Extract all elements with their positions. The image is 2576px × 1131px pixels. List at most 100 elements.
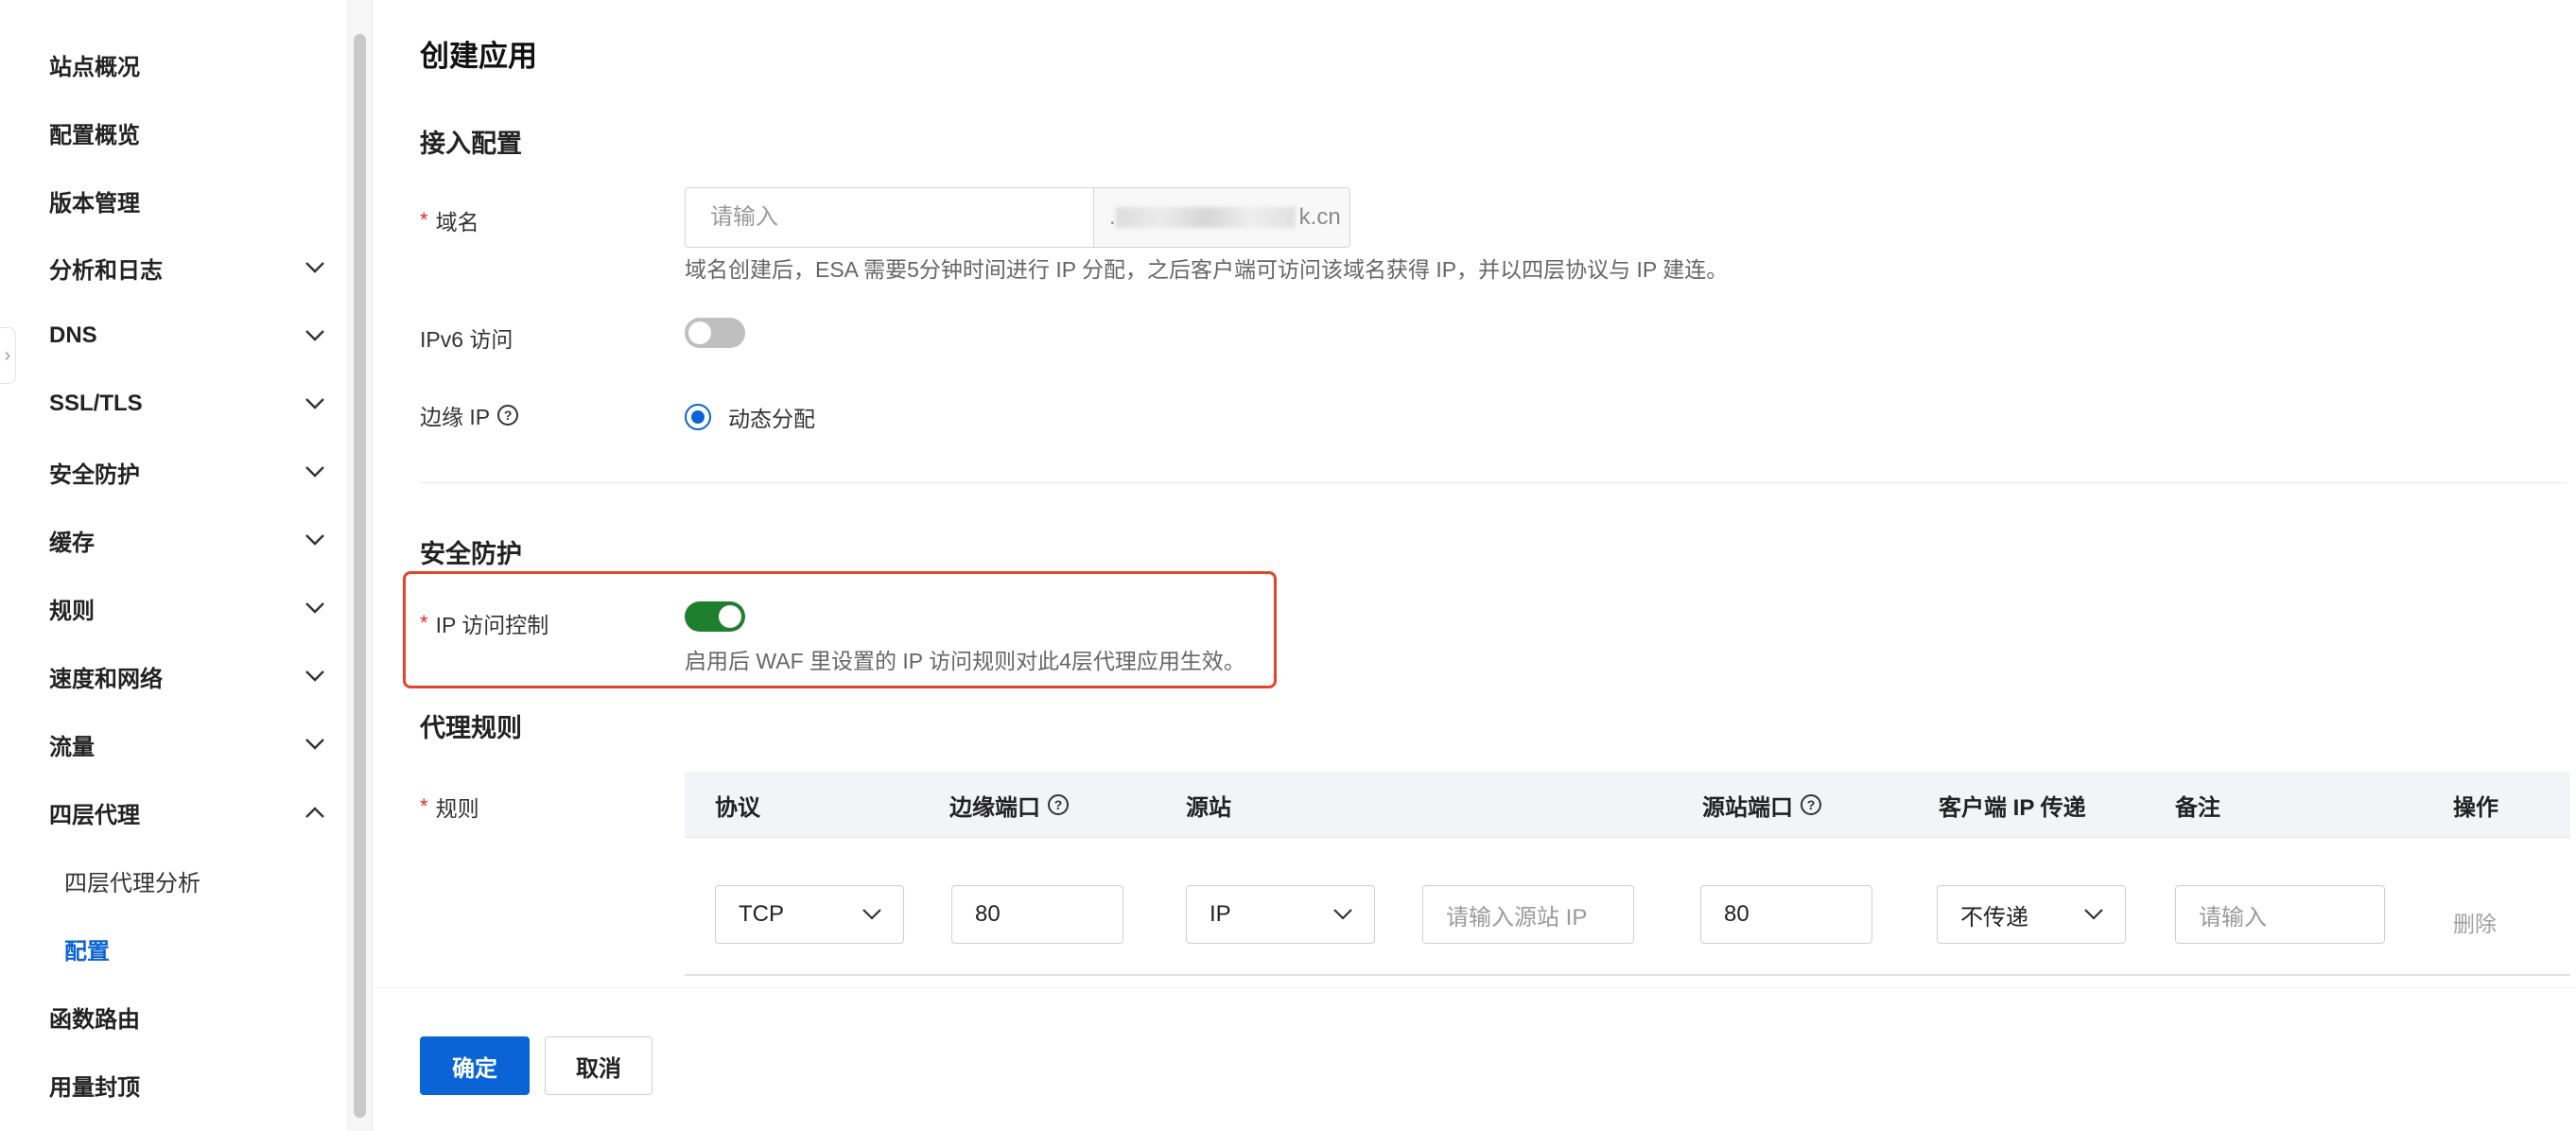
main-content: 创建应用 接入配置 * 域名 .k.cn 域名创建后，ESA 需要5分钟时间进行…	[374, 0, 2576, 1131]
sidebar-item-l4-analytics[interactable]: 四层代理分析	[64, 857, 348, 904]
chevron-up-icon	[303, 800, 327, 825]
footer-divider	[374, 987, 2576, 988]
column-header-remark: 备注	[2175, 794, 2220, 821]
cancel-button[interactable]: 取消	[545, 1036, 653, 1095]
domain-input[interactable]	[685, 187, 1093, 248]
sidebar-item-l4-proxy[interactable]: 四层代理	[49, 789, 333, 836]
ipv6-label-text: IPv6 访问	[420, 327, 513, 352]
ip-access-label-text: IP 访问控制	[435, 613, 549, 637]
column-header-edge-port: 边缘端口 ?	[949, 772, 1069, 838]
delete-row-link[interactable]: 删除	[2453, 906, 2497, 938]
domain-suffix-text: k.cn	[1298, 204, 1341, 230]
sidebar-item-l4-config[interactable]: 配置	[64, 925, 348, 972]
sidebar-item-traffic[interactable]: 流量	[49, 721, 333, 768]
sidebar-item-functions[interactable]: 函数路由	[49, 993, 333, 1040]
toggle-knob	[719, 605, 741, 628]
origin-type-select[interactable]: IP	[1186, 885, 1375, 944]
chevron-down-icon	[303, 392, 327, 416]
sidebar-item-label: 用量封顶	[49, 1074, 140, 1101]
sidebar-collapse-handle[interactable]: ›	[0, 327, 16, 384]
domain-label: * 域名	[420, 204, 479, 236]
edge-ip-label: 边缘 IP ?	[420, 399, 519, 431]
sidebar-item-label: SSL/TLS	[49, 391, 143, 416]
origin-port-input[interactable]: 80	[1700, 885, 1872, 944]
column-header-origin-port: 源站端口 ?	[1702, 772, 1821, 838]
sidebar-item-label: 安全防护	[49, 461, 140, 488]
chevron-down-icon	[303, 664, 327, 688]
proxy-rules-table: 协议 边缘端口 ? 源站 源站端口 ? 客户端 IP 传递 备注 操作 TCP	[685, 772, 2570, 976]
sidebar-item-speed-network[interactable]: 速度和网络	[49, 652, 333, 700]
sidebar-item-cache[interactable]: 缓存	[49, 516, 333, 564]
sidebar-item-label: 四层代理分析	[64, 870, 200, 896]
ip-access-toggle[interactable]	[685, 601, 745, 632]
ipv6-label: IPv6 访问	[420, 322, 513, 354]
section-title-security: 安全防护	[420, 540, 522, 568]
required-mark: *	[420, 208, 428, 232]
sidebar-item-usage-cap[interactable]: 用量封顶	[49, 1061, 333, 1108]
sidebar-item-label: 配置	[64, 938, 110, 965]
chevron-down-icon	[2081, 902, 2106, 927]
sidebar-item-versions[interactable]: 版本管理	[49, 177, 333, 224]
redacted-domain-mask	[1115, 207, 1296, 228]
sidebar-item-label: 流量	[49, 734, 95, 760]
chevron-down-icon	[303, 596, 327, 620]
sidebar-item-label: 配置概览	[49, 122, 140, 148]
domain-suffix: . k.cn	[1093, 187, 1350, 248]
chevron-down-icon	[303, 528, 327, 552]
edge-ip-radio-dynamic[interactable]: 动态分配	[685, 401, 815, 433]
column-header-origin: 源站	[1186, 794, 1231, 821]
toggle-knob	[688, 322, 711, 344]
section-title-access: 接入配置	[420, 130, 522, 158]
required-mark: *	[420, 611, 428, 635]
required-mark: *	[420, 794, 428, 818]
chevron-down-icon	[303, 460, 327, 484]
ipv6-toggle[interactable]	[685, 318, 745, 348]
ip-access-label: * IP 访问控制	[420, 607, 548, 639]
remark-input[interactable]: 请输入	[2175, 885, 2385, 944]
sidebar-scrollbar-thumb[interactable]	[354, 34, 366, 1118]
column-header-client-ip: 客户端 IP 传递	[1939, 794, 2086, 821]
sidebar-item-label: 缓存	[49, 530, 95, 556]
table-header: 协议 边缘端口 ? 源站 源站端口 ? 客户端 IP 传递 备注 操作	[685, 772, 2570, 838]
sidebar-item-label: DNS	[49, 322, 97, 348]
edge-port-input[interactable]: 80	[951, 885, 1123, 944]
sidebar-item-label: 分析和日志	[49, 257, 163, 284]
origin-ip-input[interactable]: 请输入源站 IP	[1422, 885, 1634, 944]
help-icon[interactable]: ?	[1048, 794, 1069, 815]
section-divider	[420, 482, 2567, 483]
edge-ip-label-text: 边缘 IP	[420, 405, 491, 429]
help-icon[interactable]: ?	[1801, 794, 1821, 815]
edge-ip-option-label: 动态分配	[728, 407, 815, 431]
sidebar-item-dns[interactable]: DNS	[49, 312, 333, 359]
chevron-down-icon	[303, 255, 327, 280]
ip-access-hint: 启用后 WAF 里设置的 IP 访问规则对此4层代理应用生效。	[685, 649, 1245, 673]
help-icon[interactable]: ?	[497, 405, 519, 426]
chevron-down-icon	[1331, 902, 1355, 927]
domain-hint: 域名创建后，ESA 需要5分钟时间进行 IP 分配，之后客户端可访问该域名获得 …	[685, 257, 1729, 282]
client-ip-select[interactable]: 不传递	[1937, 885, 2126, 944]
sidebar-item-label: 站点概况	[49, 54, 140, 80]
sidebar-scrollbar[interactable]	[346, 0, 373, 1131]
section-title-proxy-rules: 代理规则	[420, 714, 522, 742]
sidebar-item-label: 版本管理	[49, 190, 140, 217]
column-header-protocol: 协议	[715, 794, 760, 821]
sidebar-item-rules[interactable]: 规则	[49, 584, 333, 632]
sidebar-item-label: 速度和网络	[49, 666, 163, 692]
sidebar-item-config-overview[interactable]: 配置概览	[49, 109, 333, 156]
column-header-action: 操作	[2453, 794, 2498, 821]
protocol-select[interactable]: TCP	[715, 885, 904, 944]
sidebar-item-label: 四层代理	[49, 802, 140, 828]
sidebar-item-overview[interactable]: 站点概况	[49, 41, 333, 88]
app-root: › 站点概况 配置概览 版本管理 分析和日志 DNS SSL/TLS 安全防护 …	[0, 0, 2576, 1131]
sidebar-item-label: 函数路由	[49, 1006, 140, 1033]
chevron-down-icon	[860, 902, 884, 927]
sidebar-item-ssl[interactable]: SSL/TLS	[49, 380, 333, 427]
rules-label-text: 规则	[435, 796, 479, 821]
chevron-down-icon	[303, 323, 327, 348]
radio-checked-icon	[685, 404, 711, 430]
confirm-button[interactable]: 确定	[420, 1036, 530, 1095]
sidebar-item-analytics[interactable]: 分析和日志	[49, 244, 333, 291]
sidebar-item-security[interactable]: 安全防护	[49, 448, 333, 496]
page-title: 创建应用	[420, 40, 537, 73]
sidebar: › 站点概况 配置概览 版本管理 分析和日志 DNS SSL/TLS 安全防护 …	[0, 0, 346, 1131]
